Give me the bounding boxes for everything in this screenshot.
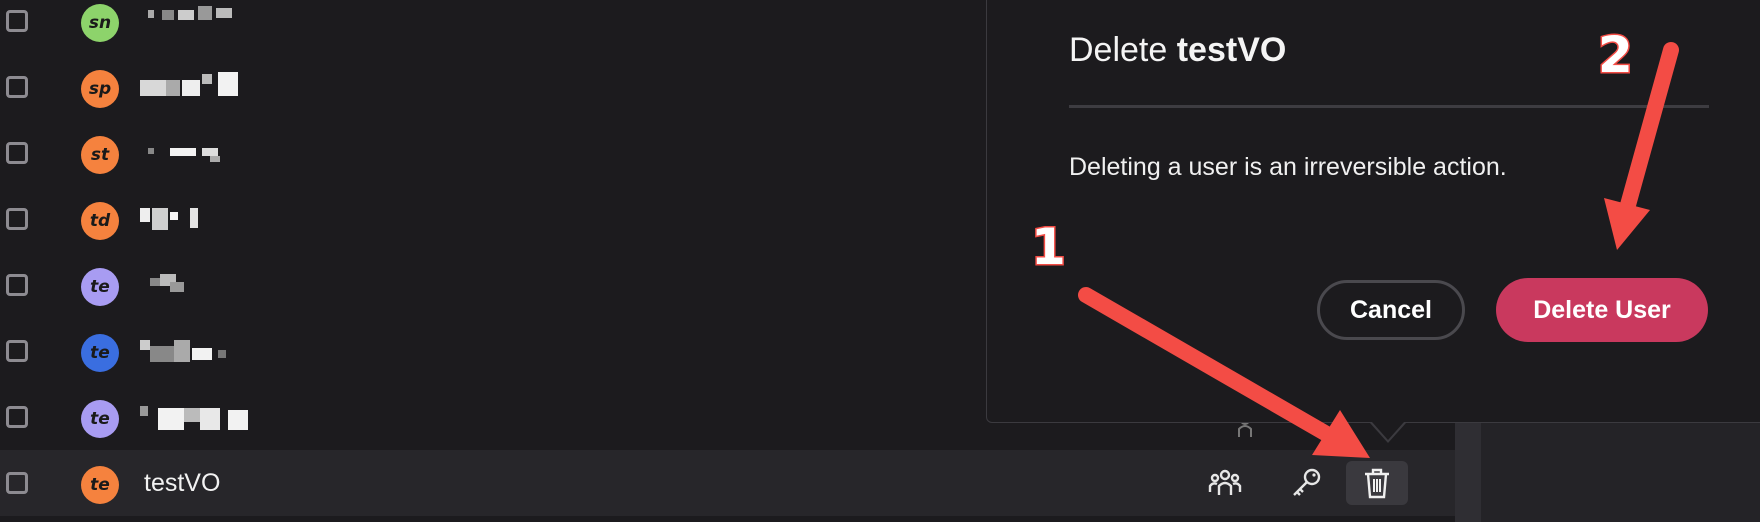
step-2-label: 2 <box>1597 25 1635 86</box>
arrow-1 <box>1078 287 1370 458</box>
annotation-arrows <box>1078 42 1679 458</box>
step-1-label: 1 <box>1030 217 1068 278</box>
